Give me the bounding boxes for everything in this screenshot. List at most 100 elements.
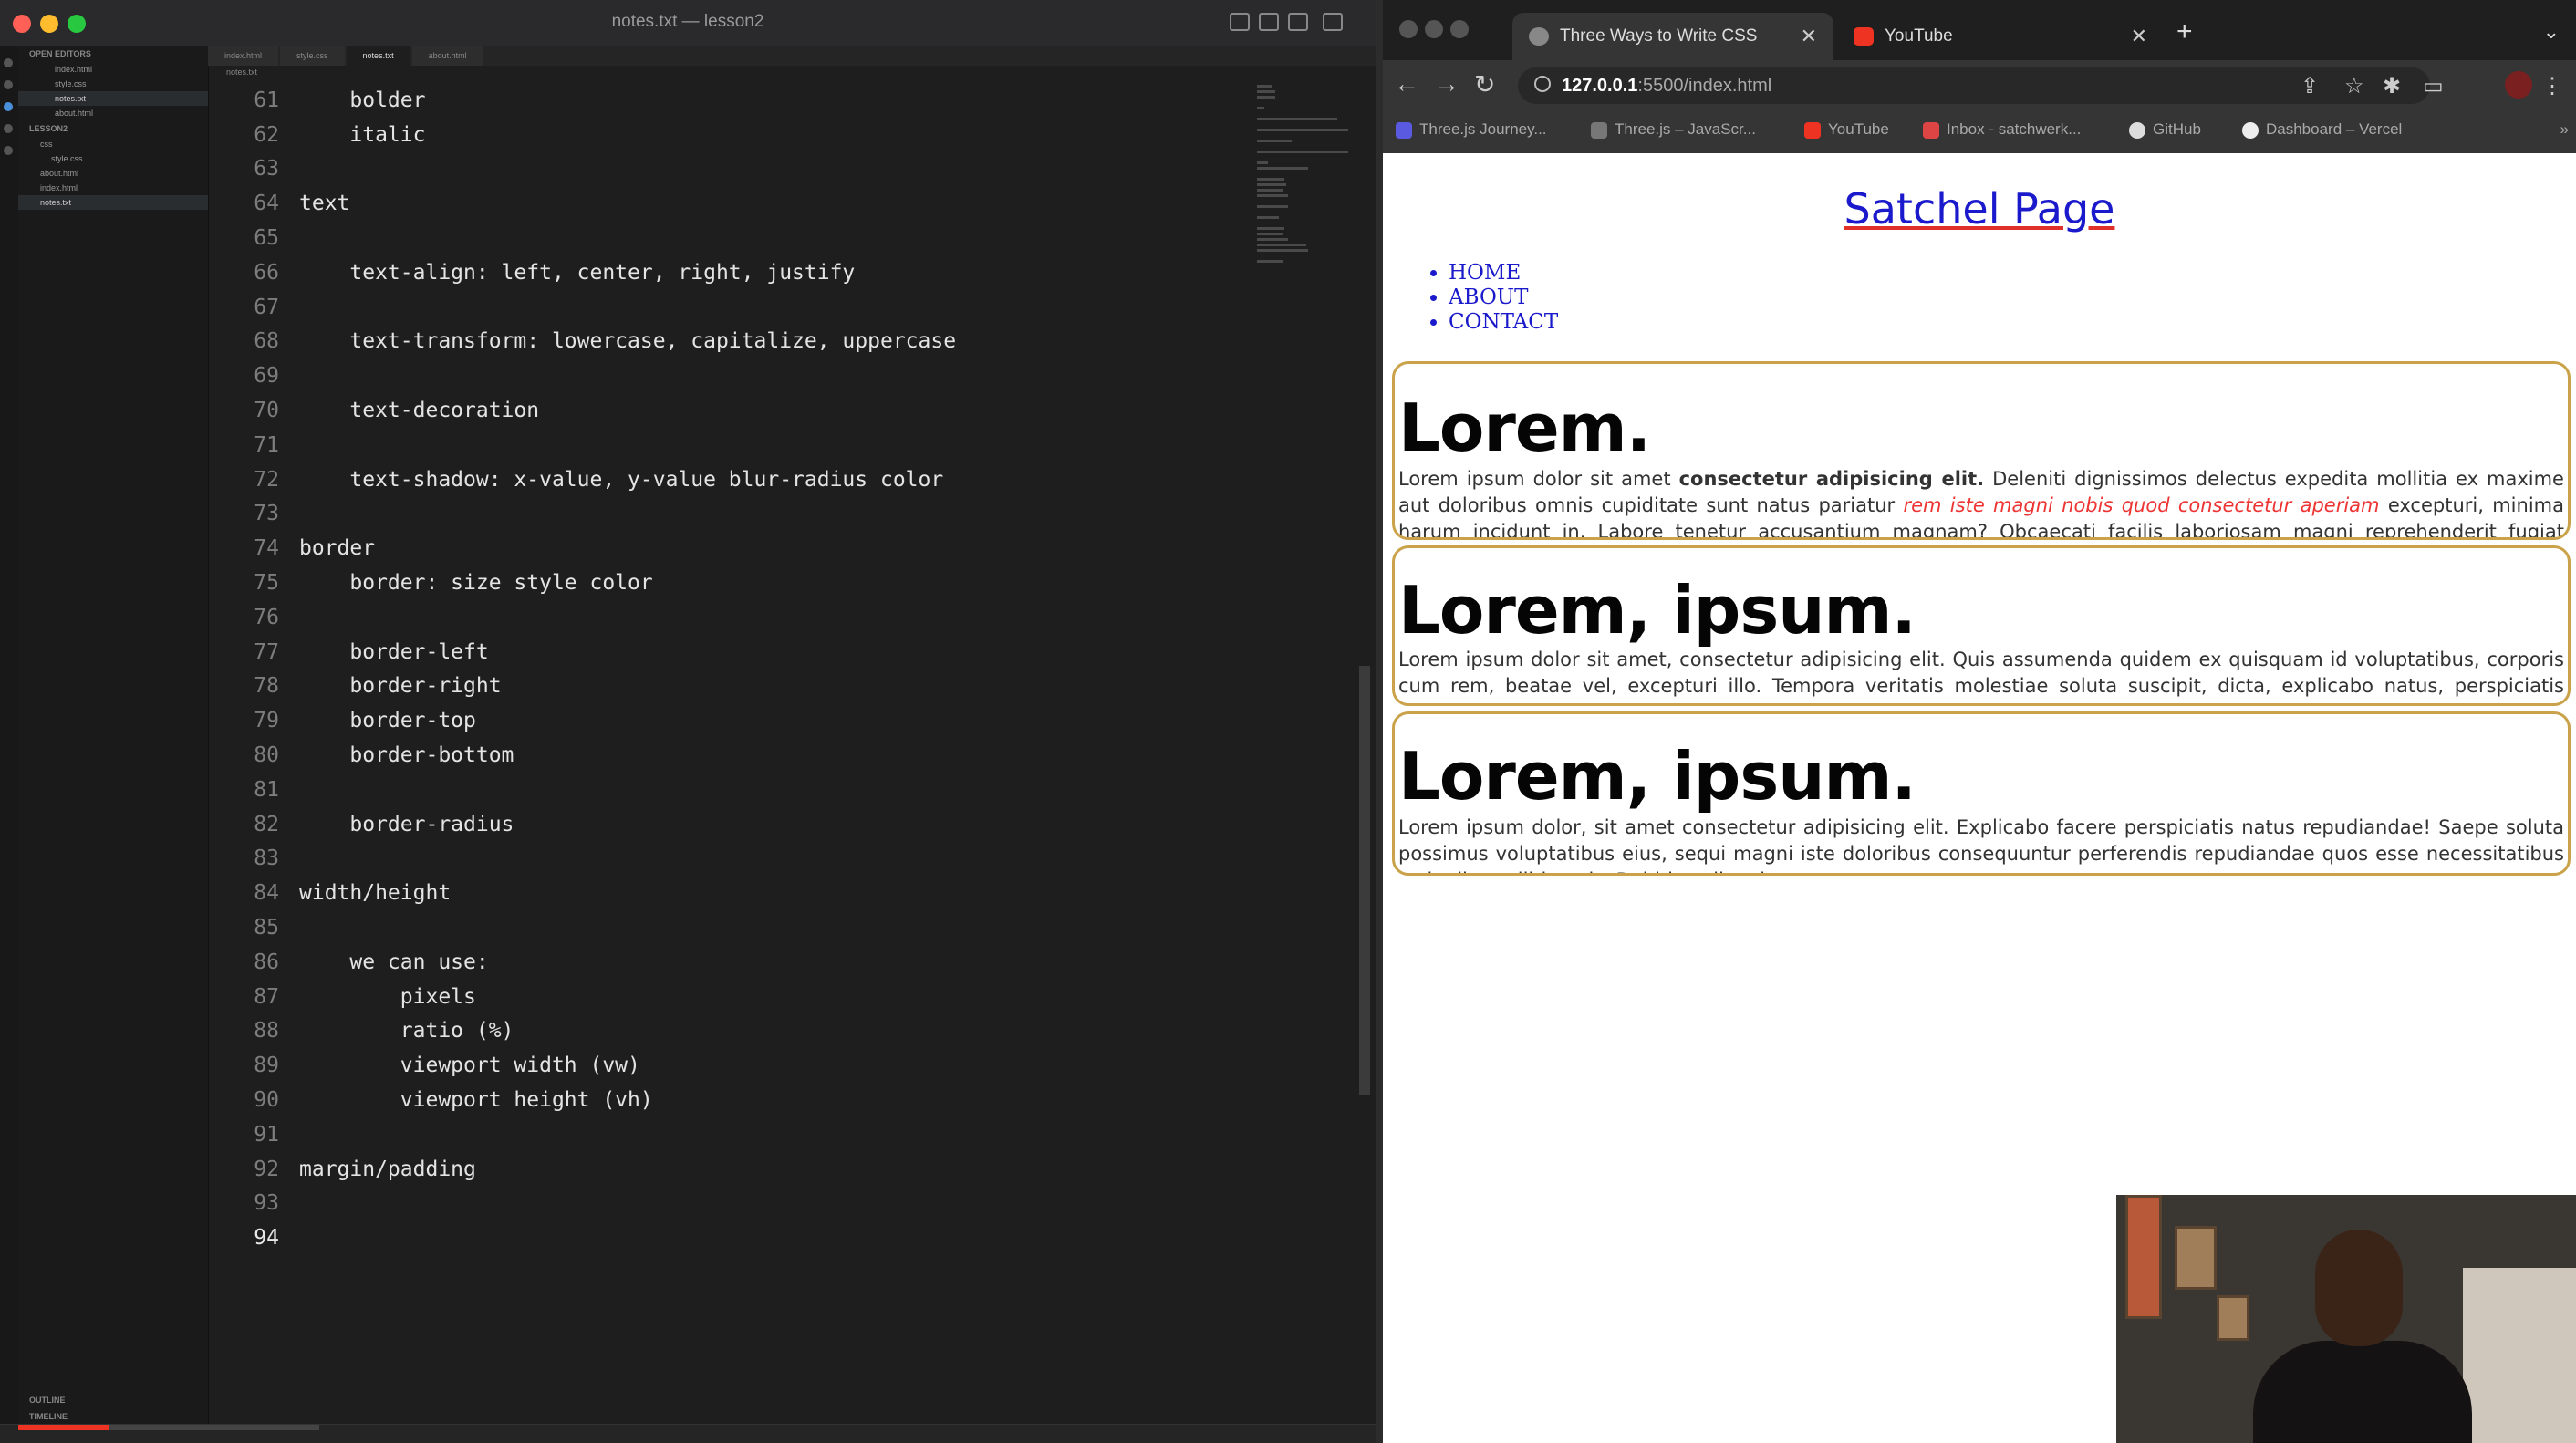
browser-minimize-icon[interactable]: [1425, 20, 1443, 38]
open-editor-item[interactable]: index.html: [18, 62, 208, 77]
code-line[interactable]: 68 text-transform: lowercase, capitalize…: [208, 326, 1257, 357]
editor-tab-active[interactable]: notes.txt: [346, 46, 410, 66]
code-line[interactable]: 92 margin/padding: [208, 1154, 1257, 1185]
code-text[interactable]: width/height: [299, 881, 451, 905]
open-editors-header[interactable]: OPEN EDITORS: [18, 46, 208, 62]
video-progress-bar[interactable]: [18, 1425, 319, 1430]
code-area[interactable]: 60 bold61 bolder62 italic6364text6566 te…: [208, 73, 1257, 1414]
code-text[interactable]: text-transform: lowercase, capitalize, u…: [299, 329, 956, 353]
code-line[interactable]: 90 viewport height (vh): [208, 1085, 1257, 1116]
code-text[interactable]: bolder: [299, 88, 425, 112]
toggle-sidebar-icon[interactable]: [1230, 13, 1250, 31]
url-text[interactable]: 127.0.0.1:5500/index.html: [1562, 76, 1771, 97]
code-line[interactable]: 91: [208, 1119, 1257, 1150]
code-text[interactable]: border-top: [299, 709, 476, 732]
open-editor-item[interactable]: notes.txt: [18, 91, 208, 106]
code-text[interactable]: pixels: [299, 985, 476, 1009]
workspace-folder-header[interactable]: LESSON2: [18, 120, 208, 137]
explorer-icon[interactable]: [4, 58, 13, 67]
code-text[interactable]: text-align: left, center, right, justify: [299, 261, 855, 285]
code-line[interactable]: 89 viewport width (vw): [208, 1050, 1257, 1081]
explorer-file-item[interactable]: about.html: [18, 166, 208, 181]
explorer-file-item[interactable]: index.html: [18, 181, 208, 195]
code-text[interactable]: text: [299, 192, 349, 215]
code-line[interactable]: 61 bolder: [208, 85, 1257, 116]
code-line[interactable]: 70 text-decoration: [208, 395, 1257, 426]
code-line[interactable]: 76: [208, 602, 1257, 633]
code-line[interactable]: 87 pixels: [208, 981, 1257, 1012]
code-line[interactable]: 83: [208, 843, 1257, 874]
code-line[interactable]: 93: [208, 1188, 1257, 1219]
editor-tab[interactable]: index.html: [208, 46, 279, 66]
code-text[interactable]: border-radius: [299, 813, 514, 836]
code-line[interactable]: 88 ratio (%): [208, 1015, 1257, 1046]
open-editor-item[interactable]: style.css: [18, 77, 208, 91]
extensions-icon[interactable]: ✱: [2383, 73, 2401, 99]
bookmark-item[interactable]: Three.js Journey...: [1396, 120, 1547, 139]
code-line[interactable]: 66 text-align: left, center, right, just…: [208, 257, 1257, 288]
code-text[interactable]: border-right: [299, 674, 501, 698]
code-line[interactable]: 73: [208, 498, 1257, 529]
code-text[interactable]: italic: [299, 123, 425, 147]
close-tab-icon[interactable]: ✕: [1801, 13, 1817, 60]
code-line[interactable]: 72 text-shadow: x-value, y-value blur-ra…: [208, 464, 1257, 495]
code-line[interactable]: 86 we can use:: [208, 947, 1257, 978]
nav-link-contact[interactable]: CONTACT: [1449, 310, 1558, 335]
bookmark-item[interactable]: Three.js – JavaScr...: [1591, 120, 1756, 139]
code-line[interactable]: 64 text: [208, 188, 1257, 219]
editor-tab[interactable]: about.html: [411, 46, 483, 66]
editor-scrollbar[interactable]: [1359, 666, 1370, 1095]
code-line[interactable]: 60 bold: [208, 73, 1257, 81]
search-icon[interactable]: [4, 80, 13, 89]
reload-icon[interactable]: ↻: [1474, 69, 1495, 99]
site-info-icon[interactable]: [1534, 76, 1551, 92]
menu-icon[interactable]: ⋮: [2541, 73, 2563, 99]
code-line[interactable]: 82 border-radius: [208, 809, 1257, 840]
code-text[interactable]: viewport height (vh): [299, 1088, 653, 1112]
code-text[interactable]: border-bottom: [299, 743, 514, 767]
code-text[interactable]: margin/padding: [299, 1158, 476, 1181]
browser-close-icon[interactable]: [1399, 20, 1418, 38]
code-line[interactable]: 80 border-bottom: [208, 740, 1257, 771]
code-line[interactable]: 65: [208, 223, 1257, 254]
bookmark-item[interactable]: GitHub: [2129, 120, 2201, 139]
open-editor-item[interactable]: about.html: [18, 106, 208, 120]
explorer-file-item[interactable]: notes.txt: [18, 195, 208, 210]
code-text[interactable]: border: [299, 536, 375, 560]
code-line[interactable]: 74 border: [208, 533, 1257, 564]
share-icon[interactable]: ⇪: [2301, 73, 2319, 99]
code-text[interactable]: bold: [299, 73, 400, 78]
close-tab-icon[interactable]: ✕: [2131, 13, 2147, 60]
new-tab-button[interactable]: +: [2176, 16, 2193, 47]
address-bar[interactable]: 127.0.0.1:5500/index.html: [1518, 67, 2430, 104]
code-line[interactable]: 77 border-left: [208, 637, 1257, 668]
forward-icon[interactable]: →: [1434, 69, 1459, 99]
code-line[interactable]: 81: [208, 774, 1257, 805]
code-line[interactable]: 62 italic: [208, 119, 1257, 151]
nav-link-about[interactable]: ABOUT: [1449, 285, 1558, 310]
extensions-icon[interactable]: [4, 146, 13, 155]
code-text[interactable]: ratio (%): [299, 1019, 514, 1043]
code-text[interactable]: text-decoration: [299, 399, 539, 422]
code-line[interactable]: 69: [208, 360, 1257, 391]
back-icon[interactable]: ←: [1394, 69, 1419, 99]
timeline-header[interactable]: TIMELINE: [18, 1408, 208, 1425]
editor-tab[interactable]: style.css: [280, 46, 345, 66]
browser-maximize-icon[interactable]: [1450, 20, 1469, 38]
code-text[interactable]: viewport width (vw): [299, 1054, 640, 1077]
more-bookmarks-icon[interactable]: »: [2560, 120, 2569, 139]
source-control-icon[interactable]: [4, 102, 13, 111]
run-debug-icon[interactable]: [4, 124, 13, 133]
code-line[interactable]: 84 width/height: [208, 877, 1257, 908]
bookmark-item[interactable]: Inbox - satchwerk...: [1923, 120, 2081, 139]
tab-search-icon[interactable]: ⌄: [2543, 20, 2560, 44]
split-editor-icon[interactable]: [1288, 13, 1308, 31]
outline-header[interactable]: OUTLINE: [18, 1392, 208, 1408]
code-text[interactable]: border-left: [299, 640, 488, 664]
code-line[interactable]: 75 border: size style color: [208, 567, 1257, 598]
explorer-folder-item[interactable]: css: [18, 137, 208, 151]
browser-tab-css[interactable]: Three Ways to Write CSS ✕: [1512, 13, 1833, 60]
bookmark-item[interactable]: Dashboard – Vercel: [2242, 120, 2402, 139]
side-panel-icon[interactable]: ▭: [2423, 73, 2444, 99]
code-text[interactable]: border: size style color: [299, 571, 652, 595]
